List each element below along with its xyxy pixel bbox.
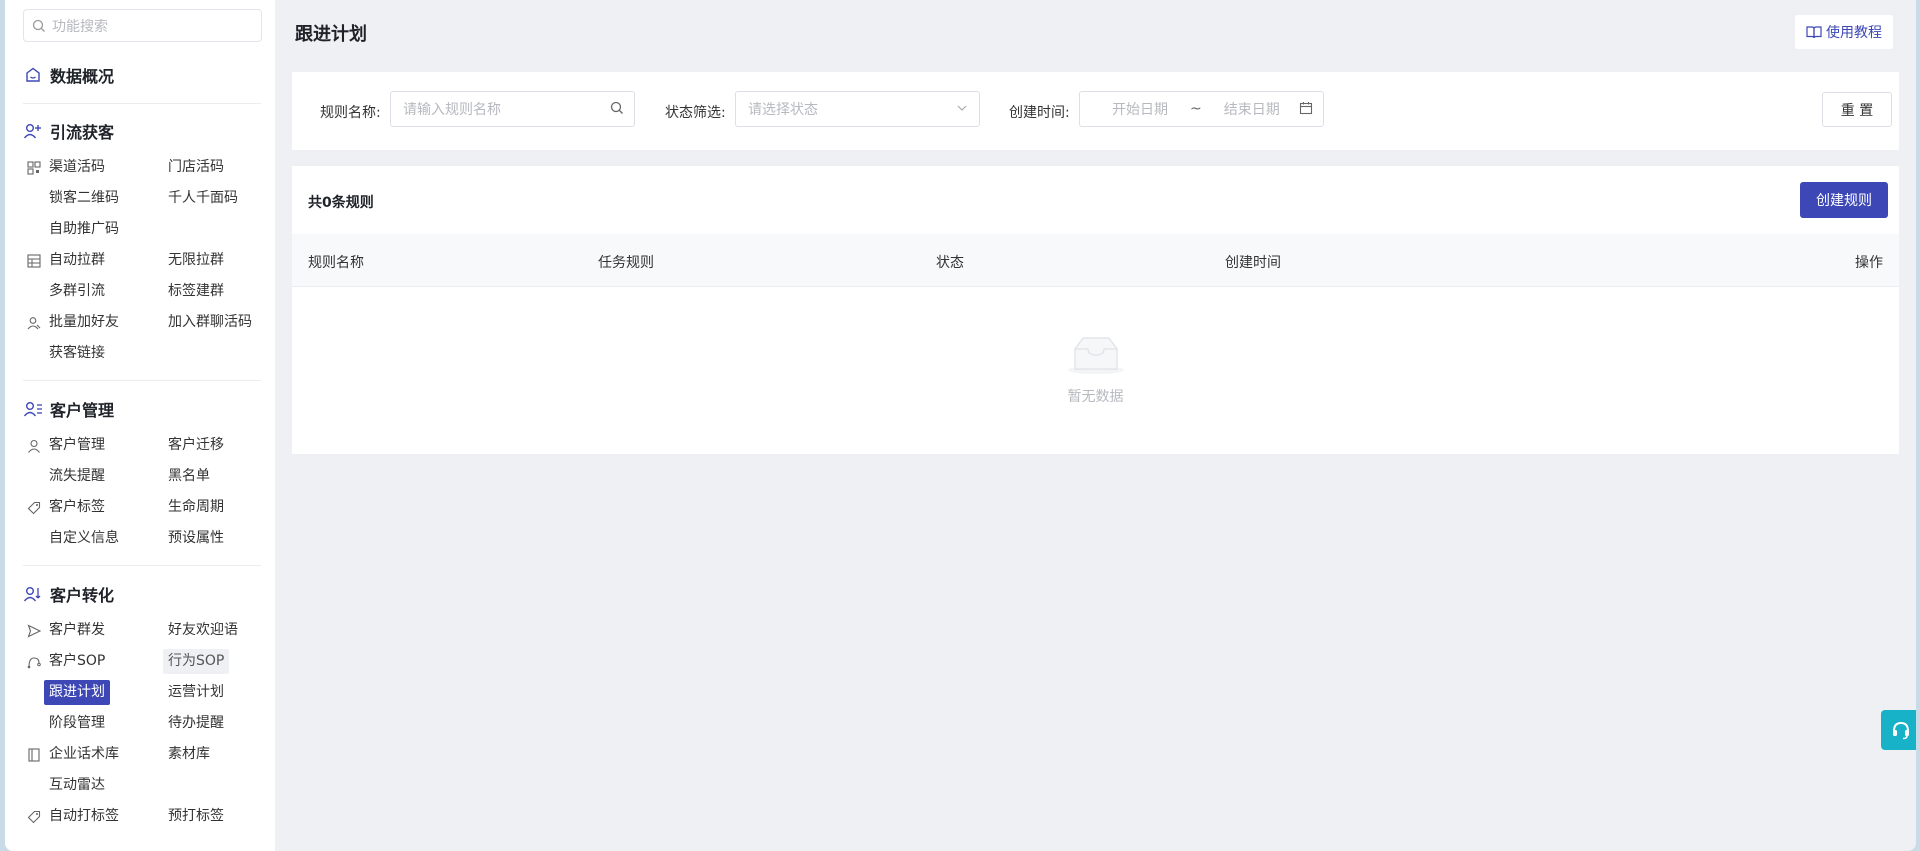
divider <box>23 565 261 566</box>
user-icon <box>26 438 42 454</box>
page-title: 跟进计划 <box>295 24 367 45</box>
nav-lifecycle[interactable]: 生命周期 <box>163 495 229 520</box>
function-search-input[interactable]: 功能搜索 <box>23 9 262 42</box>
rule-count: 共0条规则 <box>308 195 374 211</box>
nav-tag-group[interactable]: 标签建群 <box>163 279 229 304</box>
create-rule-button[interactable]: 创建规则 <box>1800 182 1888 218</box>
table-header: 规则名称 任务规则 状态 创建时间 操作 <box>292 234 1899 287</box>
nav-customer-migration[interactable]: 客户迁移 <box>163 433 229 458</box>
nav-multi-group-lead[interactable]: 多群引流 <box>44 279 110 304</box>
filter-panel: 规则名称: 请输入规则名称 状态筛选: 请选择状态 创建时间: 开始日期 ~ 结… <box>292 72 1899 150</box>
section-data-overview[interactable]: 数据概况 <box>23 63 114 87</box>
tag-icon <box>26 500 42 516</box>
rules-table-panel: 共0条规则 创建规则 规则名称 任务规则 状态 创建时间 操作 暂无数据 <box>292 166 1899 454</box>
nav-stage-management[interactable]: 阶段管理 <box>44 711 110 736</box>
end-date-placeholder[interactable]: 结束日期 <box>1224 99 1280 119</box>
section-customer-conversion[interactable]: 客户转化 <box>23 582 114 606</box>
nav-todo-reminder[interactable]: 待办提醒 <box>163 711 229 736</box>
section-title: 数据概况 <box>50 67 115 86</box>
nav-personalized-code[interactable]: 千人千面码 <box>163 186 243 211</box>
nav-friend-welcome[interactable]: 好友欢迎语 <box>163 618 243 643</box>
search-placeholder: 功能搜索 <box>52 18 108 35</box>
nav-auto-tagging[interactable]: 自动打标签 <box>44 804 124 829</box>
nav-unlimited-group[interactable]: 无限拉群 <box>163 248 229 273</box>
rule-name-placeholder: 请输入规则名称 <box>403 102 501 118</box>
column-created-time: 创建时间 <box>1225 255 1281 271</box>
nav-auto-group[interactable]: 自动拉群 <box>44 248 110 273</box>
send-icon <box>26 623 42 639</box>
section-title: 客户管理 <box>50 401 115 420</box>
nav-channel-qrcode[interactable]: 渠道活码 <box>44 155 110 180</box>
date-range-picker[interactable]: 开始日期 ~ 结束日期 <box>1079 91 1324 127</box>
section-title: 引流获客 <box>50 123 115 142</box>
users-list-icon <box>23 399 43 419</box>
nav-operation-plan[interactable]: 运营计划 <box>163 680 229 705</box>
nav-custom-info[interactable]: 自定义信息 <box>44 526 124 551</box>
column-status: 状态 <box>936 255 964 271</box>
book-open-icon <box>1806 26 1822 39</box>
created-time-label: 创建时间: <box>1009 105 1070 121</box>
nav-pre-tagging[interactable]: 预打标签 <box>163 804 229 829</box>
add-user-icon <box>23 121 43 141</box>
tutorial-button[interactable]: 使用教程 <box>1795 15 1893 49</box>
search-icon <box>32 19 45 32</box>
empty-inbox-icon <box>1067 335 1125 379</box>
tag-icon <box>26 809 42 825</box>
nav-material-library[interactable]: 素材库 <box>163 742 215 767</box>
nav-customer-management[interactable]: 客户管理 <box>44 433 110 458</box>
column-rule-name: 规则名称 <box>308 255 364 271</box>
nav-preset-attributes[interactable]: 预设属性 <box>163 526 229 551</box>
nav-interaction-radar[interactable]: 互动雷达 <box>44 773 110 798</box>
status-select[interactable]: 请选择状态 <box>735 91 980 127</box>
reset-button[interactable]: 重 置 <box>1822 92 1892 127</box>
start-date-placeholder[interactable]: 开始日期 <box>1112 99 1168 119</box>
headset-icon <box>1893 721 1909 740</box>
chevron-down-icon <box>955 101 969 115</box>
rule-name-label: 规则名称: <box>320 105 381 121</box>
date-range-separator: ~ <box>1190 101 1202 117</box>
column-task-rule: 任务规则 <box>598 255 654 271</box>
nav-store-qrcode[interactable]: 门店活码 <box>163 155 229 180</box>
nav-follow-up-plan[interactable]: 跟进计划 <box>44 680 110 705</box>
rule-name-input[interactable]: 请输入规则名称 <box>390 91 635 127</box>
qrcode-icon <box>26 160 42 176</box>
status-placeholder: 请选择状态 <box>748 102 818 118</box>
batch-add-friend-icon <box>26 315 42 331</box>
nav-acquisition-link[interactable]: 获客链接 <box>44 341 110 366</box>
main-content: 跟进计划 使用教程 规则名称: 请输入规则名称 状态筛选: 请选择状态 创建时间… <box>275 0 1916 851</box>
column-actions: 操作 <box>1855 255 1883 271</box>
nav-self-promo-code[interactable]: 自助推广码 <box>44 217 124 242</box>
sidebar: 功能搜索 数据概况 引流获客 渠道活码 门店活码 锁客二维码 千人千面码 自助推… <box>5 0 275 851</box>
customer-service-button[interactable] <box>1881 710 1916 750</box>
nav-behavior-sop[interactable]: 行为SOP <box>163 649 230 674</box>
divider <box>23 103 261 104</box>
empty-state-text: 暂无数据 <box>1067 389 1124 405</box>
search-icon[interactable] <box>610 101 624 115</box>
nav-customer-broadcast[interactable]: 客户群发 <box>44 618 110 643</box>
nav-blacklist[interactable]: 黑名单 <box>163 464 215 489</box>
tutorial-label: 使用教程 <box>1826 25 1882 41</box>
app-frame: 功能搜索 数据概况 引流获客 渠道活码 门店活码 锁客二维码 千人千面码 自助推… <box>5 0 1916 851</box>
nav-customer-sop[interactable]: 客户SOP <box>44 649 110 674</box>
book-icon <box>26 747 42 763</box>
nav-enterprise-scripts[interactable]: 企业话术库 <box>44 742 124 767</box>
dashboard-icon <box>23 65 43 85</box>
section-lead-acquisition[interactable]: 引流获客 <box>23 119 114 143</box>
section-customer-management[interactable]: 客户管理 <box>23 397 114 421</box>
nav-churn-alert[interactable]: 流失提醒 <box>44 464 110 489</box>
nav-customer-tags[interactable]: 客户标签 <box>44 495 110 520</box>
nav-lock-customer-qrcode[interactable]: 锁客二维码 <box>44 186 124 211</box>
calendar-icon <box>1299 101 1313 115</box>
nav-batch-add-friends[interactable]: 批量加好友 <box>44 310 124 335</box>
section-title: 客户转化 <box>50 586 115 605</box>
sop-flow-icon <box>26 654 42 670</box>
user-convert-icon <box>23 584 43 604</box>
group-grid-icon <box>26 253 42 269</box>
nav-join-group-qrcode[interactable]: 加入群聊活码 <box>163 310 257 335</box>
status-filter-label: 状态筛选: <box>665 105 726 121</box>
divider <box>23 380 261 381</box>
